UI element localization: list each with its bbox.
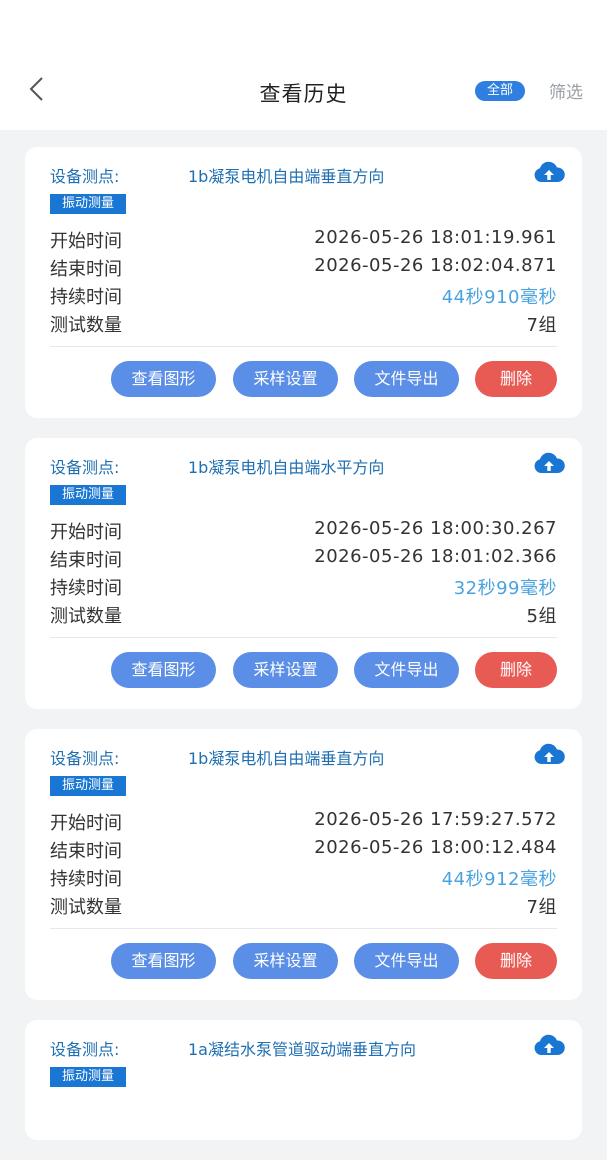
start-time-label: 开始时间 xyxy=(50,813,122,834)
end-time-value: 2026-05-26 18:00:12.484 xyxy=(314,837,557,858)
cloud-upload-icon[interactable] xyxy=(532,1034,566,1058)
history-list: 设备测点: 1b凝泵电机自由端垂直方向 振动测量 开始时间 2026-05-26… xyxy=(25,147,582,1160)
duration-value: 44秒912毫秒 xyxy=(441,869,557,890)
end-time-label: 结束时间 xyxy=(50,550,122,571)
type-badge: 振动测量 xyxy=(50,1067,127,1087)
start-time-value: 2026-05-26 17:59:27.572 xyxy=(314,809,557,830)
all-filter-badge[interactable]: 全部 xyxy=(475,81,525,101)
filter-button[interactable]: 筛选 xyxy=(549,78,583,103)
export-file-button[interactable]: 文件导出 xyxy=(354,943,459,979)
end-time-row: 结束时间 2026-05-26 18:00:12.484 xyxy=(50,837,557,865)
type-badge: 振动测量 xyxy=(50,485,127,505)
point-label: 设备测点: xyxy=(50,749,120,768)
sampling-settings-button[interactable]: 采样设置 xyxy=(233,943,338,979)
cloud-upload-icon[interactable] xyxy=(532,743,566,767)
start-time-row: 开始时间 2026-05-26 18:01:19.961 xyxy=(50,227,557,255)
export-file-button[interactable]: 文件导出 xyxy=(354,652,459,688)
count-row: 测试数量 5组 xyxy=(50,602,557,630)
count-label: 测试数量 xyxy=(50,315,122,336)
delete-button[interactable]: 删除 xyxy=(475,652,557,688)
divider xyxy=(50,346,557,347)
count-value: 7组 xyxy=(526,897,557,918)
cloud-upload-icon[interactable] xyxy=(532,161,566,185)
delete-button[interactable]: 删除 xyxy=(475,361,557,397)
count-row: 测试数量 7组 xyxy=(50,893,557,921)
start-time-label: 开始时间 xyxy=(50,231,122,252)
count-value: 7组 xyxy=(526,315,557,336)
duration-row: 持续时间 44秒912毫秒 xyxy=(50,865,557,893)
start-time-value: 2026-05-26 18:00:30.267 xyxy=(314,518,557,539)
status-bar xyxy=(0,0,607,60)
duration-label: 持续时间 xyxy=(50,578,122,599)
history-card: 设备测点: 1b凝泵电机自由端垂直方向 振动测量 开始时间 2026-05-26… xyxy=(25,147,582,418)
view-graph-button[interactable]: 查看图形 xyxy=(111,361,216,397)
back-button[interactable] xyxy=(22,74,52,104)
point-label: 设备测点: xyxy=(50,458,120,477)
type-badge: 振动测量 xyxy=(50,194,127,214)
divider xyxy=(50,637,557,638)
end-time-row: 结束时间 2026-05-26 18:01:02.366 xyxy=(50,546,557,574)
duration-value: 44秒910毫秒 xyxy=(441,287,557,308)
start-time-row: 开始时间 2026-05-26 17:59:27.572 xyxy=(50,809,557,837)
cloud-upload-icon[interactable] xyxy=(532,452,566,476)
count-row: 测试数量 7组 xyxy=(50,311,557,339)
end-time-value: 2026-05-26 18:01:02.366 xyxy=(314,546,557,567)
view-graph-button[interactable]: 查看图形 xyxy=(111,943,216,979)
type-badge: 振动测量 xyxy=(50,776,127,796)
count-label: 测试数量 xyxy=(50,606,122,627)
duration-label: 持续时间 xyxy=(50,287,122,308)
count-value: 5组 xyxy=(526,606,557,627)
end-time-label: 结束时间 xyxy=(50,259,122,280)
point-label: 设备测点: xyxy=(50,1040,120,1059)
end-time-value: 2026-05-26 18:02:04.871 xyxy=(314,255,557,276)
duration-label: 持续时间 xyxy=(50,869,122,890)
duration-value: 32秒99毫秒 xyxy=(453,578,557,599)
sampling-settings-button[interactable]: 采样设置 xyxy=(233,361,338,397)
history-card: 设备测点: 1a凝结水泵管道驱动端垂直方向 振动测量 xyxy=(25,1020,582,1140)
view-graph-button[interactable]: 查看图形 xyxy=(111,652,216,688)
history-card: 设备测点: 1b凝泵电机自由端垂直方向 振动测量 开始时间 2026-05-26… xyxy=(25,729,582,1000)
point-value: 1b凝泵电机自由端水平方向 xyxy=(188,458,385,477)
chevron-left-icon xyxy=(29,77,43,101)
start-time-value: 2026-05-26 18:01:19.961 xyxy=(314,227,557,248)
point-value: 1b凝泵电机自由端垂直方向 xyxy=(188,167,385,186)
end-time-label: 结束时间 xyxy=(50,841,122,862)
end-time-row: 结束时间 2026-05-26 18:02:04.871 xyxy=(50,255,557,283)
header: 查看历史 全部 筛选 xyxy=(0,60,607,130)
count-label: 测试数量 xyxy=(50,897,122,918)
start-time-label: 开始时间 xyxy=(50,522,122,543)
duration-row: 持续时间 32秒99毫秒 xyxy=(50,574,557,602)
export-file-button[interactable]: 文件导出 xyxy=(354,361,459,397)
delete-button[interactable]: 删除 xyxy=(475,943,557,979)
history-card: 设备测点: 1b凝泵电机自由端水平方向 振动测量 开始时间 2026-05-26… xyxy=(25,438,582,709)
point-value: 1b凝泵电机自由端垂直方向 xyxy=(188,749,385,768)
start-time-row: 开始时间 2026-05-26 18:00:30.267 xyxy=(50,518,557,546)
point-label: 设备测点: xyxy=(50,167,120,186)
point-value: 1a凝结水泵管道驱动端垂直方向 xyxy=(188,1040,416,1059)
duration-row: 持续时间 44秒910毫秒 xyxy=(50,283,557,311)
divider xyxy=(50,928,557,929)
sampling-settings-button[interactable]: 采样设置 xyxy=(233,652,338,688)
